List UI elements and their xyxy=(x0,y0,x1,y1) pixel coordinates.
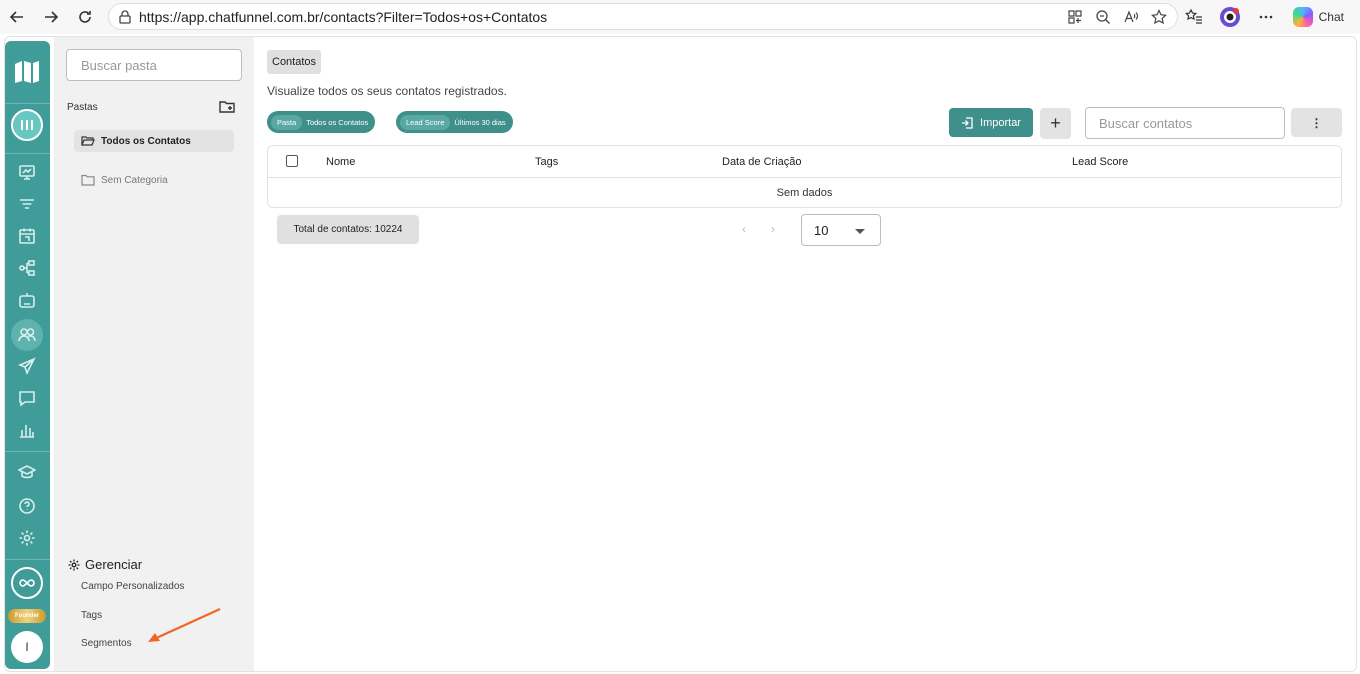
favorite-star-icon[interactable] xyxy=(1149,7,1169,27)
chatfunnel-logo-icon[interactable] xyxy=(13,58,41,84)
zoom-icon[interactable] xyxy=(1093,7,1113,27)
manage-link-tags[interactable]: Tags xyxy=(81,610,102,621)
flow-builder-icon[interactable] xyxy=(16,257,38,279)
manage-section-title: Gerenciar xyxy=(68,557,142,572)
gear-icon xyxy=(68,559,80,570)
column-header-lead-score[interactable]: Lead Score xyxy=(1072,156,1128,168)
copilot-icon xyxy=(1292,7,1313,27)
profile-avatar-icon[interactable] xyxy=(1217,4,1243,30)
page-size-select[interactable]: 10 xyxy=(801,214,881,246)
contacts-icon[interactable] xyxy=(11,319,43,351)
manage-link-custom-fields[interactable]: Campo Personalizados xyxy=(81,581,184,592)
address-bar[interactable]: https://app.chatfunnel.com.br/contacts?F… xyxy=(108,3,1178,30)
dashboard-icon[interactable] xyxy=(16,161,38,183)
import-label: Importar xyxy=(980,116,1021,129)
url-text: https://app.chatfunnel.com.br/contacts?F… xyxy=(139,8,548,25)
contact-search-input[interactable] xyxy=(1085,107,1285,139)
broadcast-send-icon[interactable] xyxy=(16,355,38,377)
filter-chip-lead-score[interactable]: Lead Score Últimos 30 dias xyxy=(396,111,513,133)
app-available-icon[interactable] xyxy=(1065,7,1085,27)
academy-graduation-icon[interactable] xyxy=(16,461,38,483)
funnel-filter-icon[interactable] xyxy=(16,193,38,215)
total-contacts-badge: Total de contatos: 10224 xyxy=(277,215,419,244)
folder-item-label: Sem Categoria xyxy=(101,174,168,186)
filter-chip-folder[interactable]: Pasta Todos os Contatos xyxy=(267,111,376,133)
chat-bubble-icon[interactable] xyxy=(16,387,38,409)
manage-title: Gerenciar xyxy=(85,557,143,572)
calendar-icon[interactable] xyxy=(16,225,38,247)
reload-icon[interactable] xyxy=(68,0,102,34)
folder-item-todos-os-contatos[interactable]: Todos os Contatos xyxy=(74,130,234,152)
site-info-icon[interactable] xyxy=(117,9,133,28)
user-avatar[interactable]: I xyxy=(11,631,43,663)
column-header-tags[interactable]: Tags xyxy=(535,156,558,168)
filter-value: Últimos 30 dias xyxy=(454,117,506,127)
page-subtitle: Visualize todos os seus contatos registr… xyxy=(267,84,507,98)
folder-icon xyxy=(81,174,95,186)
manage-link-segments[interactable]: Segmentos xyxy=(81,638,132,649)
next-page-icon[interactable]: › xyxy=(766,221,780,237)
filter-value: Todos os Contatos xyxy=(306,117,369,127)
analytics-chart-icon[interactable] xyxy=(16,419,38,441)
settings-gear-icon[interactable] xyxy=(16,527,38,549)
chat-label: Chat xyxy=(1318,10,1344,24)
folder-search-input[interactable] xyxy=(66,49,242,81)
copilot-chat-button[interactable]: Chat xyxy=(1289,4,1352,30)
folder-item-label: Todos os Contatos xyxy=(101,135,191,147)
add-contact-button[interactable]: + xyxy=(1040,108,1071,139)
select-all-checkbox[interactable] xyxy=(286,155,298,167)
folder-item-sem-categoria[interactable]: Sem Categoria xyxy=(74,169,234,191)
folder-open-icon xyxy=(81,136,95,146)
more-options-icon[interactable] xyxy=(1253,4,1279,30)
rail-divider xyxy=(5,559,50,560)
icon-rail: Founder I xyxy=(5,41,50,669)
chevron-down-icon xyxy=(855,229,865,234)
new-folder-icon[interactable] xyxy=(219,99,235,115)
page-size-value: 10 xyxy=(814,222,829,238)
folders-section-label: Pastas xyxy=(67,102,98,113)
infinity-plan-icon[interactable] xyxy=(11,567,43,599)
filter-key: Pasta xyxy=(271,114,303,130)
column-header-created[interactable]: Data de Criação xyxy=(722,156,802,168)
rail-divider xyxy=(5,451,50,452)
back-icon[interactable] xyxy=(0,0,34,34)
help-icon[interactable] xyxy=(16,495,38,517)
column-header-name[interactable]: Nome xyxy=(326,156,355,168)
founder-badge: Founder xyxy=(8,609,46,623)
prev-page-icon[interactable]: ‹ xyxy=(737,221,751,237)
table-header: Nome Tags Data de Criação Lead Score xyxy=(268,146,1341,178)
workspace-avatar[interactable] xyxy=(11,109,43,141)
rail-divider xyxy=(5,153,50,154)
import-button[interactable]: Importar xyxy=(949,108,1033,137)
browser-toolbar: https://app.chatfunnel.com.br/contacts?F… xyxy=(0,0,1360,34)
contacts-table: Nome Tags Data de Criação Lead Score Sem… xyxy=(267,145,1342,208)
bot-icon[interactable] xyxy=(16,289,38,311)
folder-panel: Pastas Todos os Contatos Sem Categoria G… xyxy=(54,37,254,671)
app-window: Founder I Pastas Todos os Contatos Sem C… xyxy=(4,36,1357,672)
filter-key: Lead Score xyxy=(400,114,451,130)
read-aloud-icon[interactable] xyxy=(1121,7,1141,27)
page-title: Contatos xyxy=(267,50,322,74)
forward-icon[interactable] xyxy=(34,0,68,34)
annotation-arrow-icon xyxy=(148,607,221,642)
import-icon xyxy=(962,116,973,129)
rail-divider xyxy=(5,103,50,104)
favorites-list-icon[interactable] xyxy=(1181,4,1207,30)
empty-state: Sem dados xyxy=(776,187,833,199)
more-actions-button[interactable]: ⋮ xyxy=(1291,108,1342,137)
